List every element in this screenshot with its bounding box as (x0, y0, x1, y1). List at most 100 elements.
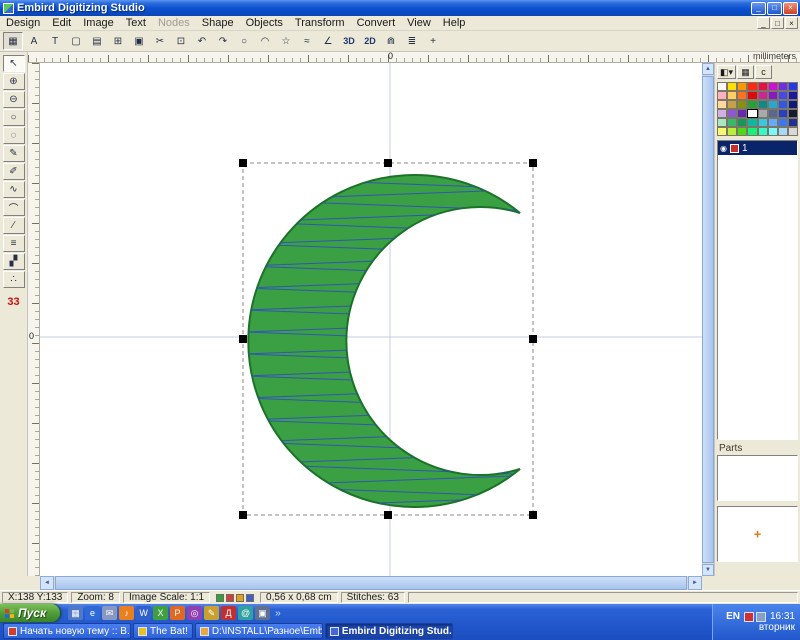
mdi-close-button[interactable]: × (785, 17, 798, 29)
menu-item[interactable]: Text (120, 17, 152, 29)
drawing-tool-button[interactable]: ◌ (3, 127, 25, 144)
palette-color-swatch[interactable] (778, 109, 788, 118)
palette-color-swatch[interactable] (727, 109, 737, 118)
clock-time[interactable]: 16:31 (770, 611, 795, 622)
toolbar-button[interactable]: ☆ (276, 32, 296, 50)
palette-color-swatch[interactable] (717, 100, 727, 109)
quicklaunch-icon[interactable]: P (170, 606, 185, 620)
menu-item[interactable]: Objects (240, 17, 289, 29)
palette-color-swatch[interactable] (768, 118, 778, 127)
palette-color-swatch[interactable] (758, 82, 768, 91)
palette-color-swatch[interactable] (758, 100, 768, 109)
selection-handle[interactable] (529, 511, 537, 519)
palette-color-swatch[interactable] (717, 127, 727, 136)
scroll-left-icon[interactable]: ◄ (40, 576, 54, 590)
palette-color-swatch[interactable] (768, 91, 778, 100)
palette-color-swatch[interactable] (768, 127, 778, 136)
quicklaunch-icon[interactable]: ▣ (255, 606, 270, 620)
toolbar-button[interactable]: ▦ (3, 32, 23, 50)
palette-color-swatch[interactable] (788, 91, 798, 100)
toolbar-button[interactable]: ◠ (255, 32, 275, 50)
status-mode-icon[interactable] (226, 594, 234, 602)
status-mode-icon[interactable] (246, 594, 254, 602)
palette-color-swatch[interactable] (747, 118, 757, 127)
palette-color-swatch[interactable] (778, 127, 788, 136)
toolbar-button[interactable]: ⊞ (108, 32, 128, 50)
start-button[interactable]: Пуск (0, 604, 60, 622)
selection-handle[interactable] (529, 335, 537, 343)
vertical-scrollbar[interactable]: ▲ ▼ (702, 63, 714, 576)
toolbar-button[interactable]: 2D (360, 32, 380, 50)
quicklaunch-chevron-icon[interactable]: » (275, 608, 281, 619)
toolbar-button[interactable]: ↶ (192, 32, 212, 50)
palette-color-swatch[interactable] (727, 100, 737, 109)
palette-color-swatch[interactable] (747, 91, 757, 100)
palette-color-swatch[interactable] (727, 118, 737, 127)
toolbar-button[interactable]: ≈ (297, 32, 317, 50)
quicklaunch-icon[interactable]: e (85, 606, 100, 620)
menu-item[interactable]: Convert (351, 17, 402, 29)
crescent-shape[interactable] (248, 175, 520, 507)
panel-toolbar-button[interactable]: c (755, 65, 772, 79)
palette-color-swatch[interactable] (737, 127, 747, 136)
palette-color-swatch[interactable] (737, 91, 747, 100)
palette-color-swatch[interactable] (727, 127, 737, 136)
selection-handle[interactable] (239, 159, 247, 167)
selection-handle[interactable] (384, 159, 392, 167)
palette-color-swatch[interactable] (768, 109, 778, 118)
drawing-tool-button[interactable]: ≡ (3, 235, 25, 252)
palette-color-swatch[interactable] (778, 118, 788, 127)
quicklaunch-icon[interactable]: ✎ (204, 606, 219, 620)
palette-color-swatch[interactable] (778, 100, 788, 109)
vertical-scroll-thumb[interactable] (702, 76, 714, 563)
scroll-up-icon[interactable]: ▲ (702, 63, 714, 75)
selection-handle[interactable] (384, 511, 392, 519)
toolbar-button[interactable]: ▣ (129, 32, 149, 50)
taskbar-task-button[interactable]: D:\INSTALL\Разное\Embird (195, 623, 323, 639)
drawing-tool-button[interactable]: ✎ (3, 145, 25, 162)
toolbar-button[interactable]: ▤ (87, 32, 107, 50)
scroll-down-icon[interactable]: ▼ (702, 564, 714, 576)
toolbar-button[interactable]: ↷ (213, 32, 233, 50)
palette-color-swatch[interactable] (747, 109, 757, 118)
palette-color-swatch[interactable] (758, 118, 768, 127)
panel-toolbar-button[interactable]: ▦ (737, 65, 754, 79)
palette-color-swatch[interactable] (727, 82, 737, 91)
quicklaunch-icon[interactable]: ✉ (102, 606, 117, 620)
palette-color-swatch[interactable] (717, 118, 727, 127)
minimize-button[interactable]: _ (751, 2, 766, 15)
status-mode-icon[interactable] (216, 594, 224, 602)
panel-toolbar-button[interactable]: ◧▾ (717, 65, 736, 79)
drawing-tool-button[interactable]: ⊖ (3, 91, 25, 108)
scroll-right-icon[interactable]: ► (688, 576, 702, 590)
toolbar-button[interactable]: T (45, 32, 65, 50)
tray-icon[interactable] (744, 612, 754, 622)
drawing-tool-button[interactable]: ∕ (3, 217, 25, 234)
drawing-tool-button[interactable]: ↖ (3, 55, 25, 72)
object-list-item[interactable]: ◉ 1 (718, 141, 797, 155)
palette-color-swatch[interactable] (717, 109, 727, 118)
menu-item[interactable]: Edit (46, 17, 77, 29)
toolbar-button[interactable]: ⊡ (171, 32, 191, 50)
drawing-tool-button[interactable]: ○ (3, 109, 25, 126)
taskbar-task-button[interactable]: The Bat! (133, 623, 193, 639)
tray-icon[interactable] (756, 612, 766, 622)
visibility-eye-icon[interactable]: ◉ (720, 144, 727, 153)
taskbar-task-button[interactable]: Embird Digitizing Stud... (325, 623, 453, 639)
menu-item[interactable]: Shape (196, 17, 240, 29)
toolbar-button[interactable]: A (24, 32, 44, 50)
toolbar-button[interactable]: 3D (339, 32, 359, 50)
drawing-tool-button[interactable]: ▞ (3, 253, 25, 270)
mdi-minimize-button[interactable]: _ (757, 17, 770, 29)
drawing-tool-button[interactable]: ⌒ (3, 199, 25, 216)
palette-color-swatch[interactable] (788, 118, 798, 127)
palette-color-swatch[interactable] (788, 127, 798, 136)
palette-color-swatch[interactable] (758, 127, 768, 136)
quicklaunch-icon[interactable]: ▦ (68, 606, 83, 620)
toolbar-button[interactable]: ∠ (318, 32, 338, 50)
toolbar-button[interactable]: ⋒ (381, 32, 401, 50)
quicklaunch-icon[interactable]: @ (238, 606, 253, 620)
palette-color-swatch[interactable] (747, 127, 757, 136)
palette-color-swatch[interactable] (717, 82, 727, 91)
menu-item[interactable]: View (401, 17, 437, 29)
